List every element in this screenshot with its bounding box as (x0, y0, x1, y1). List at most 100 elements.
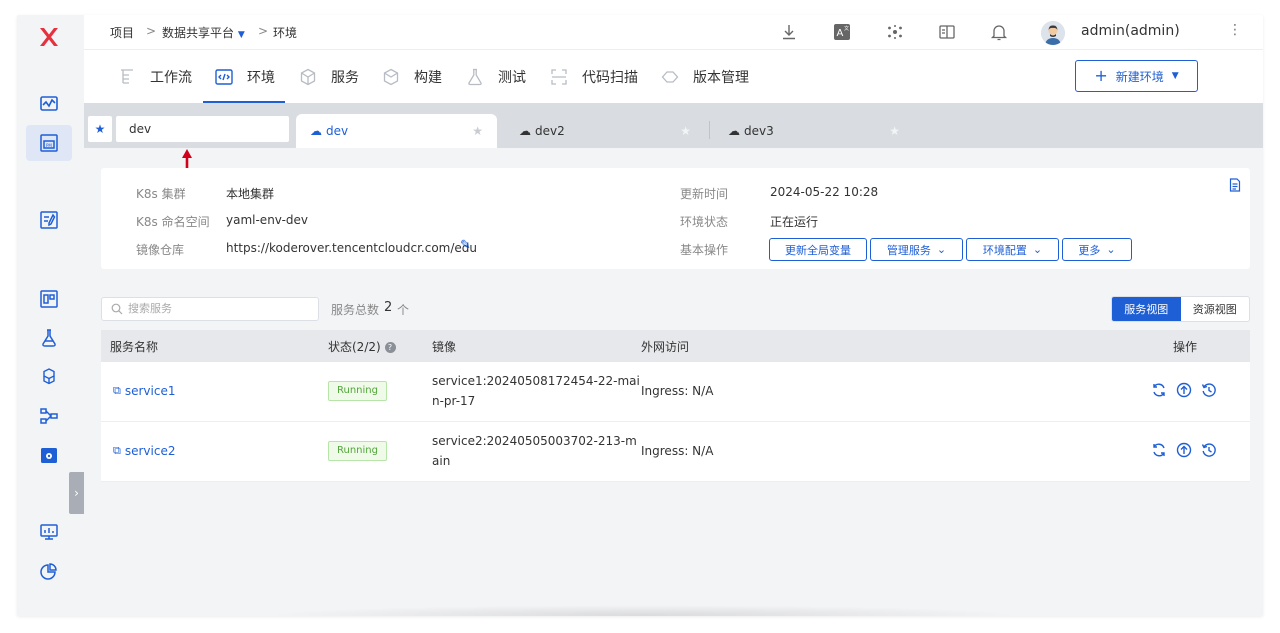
settings-box-icon[interactable] (36, 442, 62, 468)
col-access: 外网访问 (641, 340, 690, 354)
nav-version-label: 版本管理 (693, 69, 749, 86)
registry-label: 镜像仓库 (136, 243, 185, 257)
book-icon[interactable] (938, 23, 956, 41)
access-value: Ingress: N/A (641, 384, 714, 398)
nav-version[interactable]: 版本管理 (661, 50, 749, 103)
service-link[interactable]: ⧉ service2 (113, 444, 175, 458)
project-management-icon[interactable]: PM (26, 125, 72, 161)
monitor-chart-icon[interactable] (36, 91, 62, 117)
status-badge: Running (328, 441, 387, 461)
nav-code-scan[interactable]: 代码扫描 (550, 50, 638, 103)
search-icon (111, 303, 123, 315)
bell-icon[interactable] (990, 23, 1008, 41)
breadcrumb-separator: > (146, 24, 157, 38)
top-bar: 项目 > 数据共享平台 ▼ > 环境 A文 admin(admin) ⋮ (84, 15, 1263, 50)
service-name: service2 (124, 444, 176, 458)
nav-build[interactable]: 构建 (382, 50, 442, 103)
main-area: 项目 > 数据共享平台 ▼ > 环境 A文 admin(admin) ⋮ 工作流… (84, 15, 1263, 616)
download-icon[interactable] (780, 23, 798, 41)
button-label: 环境配置 (982, 243, 1027, 257)
svg-text:A: A (837, 28, 844, 39)
star-icon[interactable]: ★ (680, 124, 691, 138)
edit-pencil-icon[interactable]: ✎ (460, 238, 471, 253)
service-view-tab[interactable]: 服务视图 (1112, 297, 1181, 321)
upgrade-icon[interactable] (1176, 442, 1192, 458)
col-name: 服务名称 (110, 340, 159, 354)
service-link[interactable]: ⧉ service1 (113, 384, 175, 398)
svg-text:文: 文 (844, 25, 849, 32)
chevron-down-icon: ⌄ (1032, 243, 1043, 256)
presentation-icon[interactable] (36, 519, 62, 545)
environment-search-input[interactable]: dev (116, 116, 289, 142)
more-vertical-icon[interactable]: ⋮ (1228, 22, 1242, 38)
env-config-button[interactable]: 环境配置 ⌄ (966, 238, 1059, 261)
nav-environment[interactable]: 环境 (203, 50, 285, 103)
environment-tabs-bar: ★ dev ☁ dev ★ ☁ dev2 ★ ☁ dev3 ★ (84, 103, 1263, 148)
star-icon[interactable]: ★ (889, 124, 900, 138)
upgrade-icon[interactable] (1176, 382, 1192, 398)
breadcrumb-root[interactable]: 项目 (110, 24, 134, 41)
cluster-icon[interactable] (886, 23, 904, 41)
access-value: Ingress: N/A (641, 444, 714, 458)
service-search-input[interactable]: 搜索服务 (101, 297, 319, 321)
cubes-icon[interactable] (36, 364, 62, 390)
table-row: ⧉ service1 Running service1:2024050817245… (101, 362, 1250, 422)
restart-icon[interactable] (1151, 442, 1167, 458)
new-environment-button[interactable]: + 新建环境 ▼ (1075, 60, 1198, 92)
logo-icon[interactable] (37, 25, 61, 49)
breadcrumb-project[interactable]: 数据共享平台 ▼ (162, 24, 245, 41)
diamond-icon (661, 68, 679, 86)
view-toggle: 服务视图 资源视图 (1111, 296, 1250, 322)
code-icon (215, 68, 233, 86)
updated-value: 2024-05-22 10:28 (770, 185, 879, 199)
resource-view-tab[interactable]: 资源视图 (1181, 297, 1250, 321)
breadcrumb-current: 环境 (273, 26, 298, 40)
image-line: ain (432, 454, 451, 468)
environment-info-card: K8s 集群 本地集群 K8s 命名空间 yaml-env-dev 镜像仓库 h… (101, 168, 1250, 269)
cluster-label: K8s 集群 (136, 187, 186, 201)
nav-workflow[interactable]: 工作流 (118, 50, 192, 103)
nav-service[interactable]: 服务 (299, 50, 359, 103)
env-tab-dev3[interactable]: ☁ dev3 ★ (714, 114, 914, 148)
workflow-icon (118, 68, 136, 86)
button-label: 管理服务 (886, 243, 931, 257)
flask-icon[interactable] (36, 325, 62, 351)
pie-chart-icon[interactable] (36, 559, 62, 585)
manage-services-button[interactable]: 管理服务 ⌄ (870, 238, 963, 261)
env-tab-dev[interactable]: ☁ dev ★ (296, 114, 497, 148)
star-icon[interactable]: ★ (472, 124, 483, 138)
caret-down-icon: ▼ (237, 30, 245, 40)
env-tab-dev2[interactable]: ☁ dev2 ★ (505, 114, 705, 148)
env-tab-label: dev3 (744, 124, 774, 138)
sidebar-collapse-toggle[interactable]: › (69, 472, 84, 514)
operations-label: 基本操作 (680, 243, 729, 257)
document-icon[interactable] (1228, 178, 1242, 192)
update-global-vars-button[interactable]: 更新全局变量 (769, 238, 867, 261)
nav-test[interactable]: 测试 (466, 50, 526, 103)
search-placeholder: 搜索服务 (128, 302, 172, 315)
new-environment-label: 新建环境 (1115, 69, 1164, 84)
service-icon: ⧉ (113, 384, 121, 397)
button-label: 更多 (1078, 243, 1101, 257)
dashboard-icon[interactable] (36, 286, 62, 312)
history-icon[interactable] (1201, 382, 1217, 398)
history-icon[interactable] (1201, 442, 1217, 458)
bottom-shadow (264, 605, 1024, 616)
favorite-filter-star-icon[interactable]: ★ (88, 116, 112, 142)
chevron-down-icon: ⌄ (936, 243, 947, 256)
breadcrumb-project-label: 数据共享平台 (162, 26, 235, 40)
project-nav: 工作流 环境 服务 构建 测试 代码扫描 版本管理 + 新建环境 ▼ (84, 50, 1263, 103)
restart-icon[interactable] (1151, 382, 1167, 398)
scan-icon (550, 68, 568, 86)
nav-build-label: 构建 (414, 69, 442, 86)
pipeline-icon[interactable] (36, 403, 62, 429)
tab-divider (709, 121, 710, 139)
edit-document-icon[interactable] (36, 207, 62, 233)
user-name[interactable]: admin(admin) (1081, 23, 1180, 39)
avatar[interactable] (1041, 21, 1065, 45)
service-count-unit: 个 (397, 303, 410, 317)
table-header: 服务名称 状态(2/2) ? 镜像 外网访问 操作 (101, 330, 1250, 362)
translate-icon[interactable]: A文 (833, 23, 851, 41)
help-icon[interactable]: ? (384, 342, 396, 353)
more-button[interactable]: 更多 ⌄ (1062, 238, 1132, 261)
